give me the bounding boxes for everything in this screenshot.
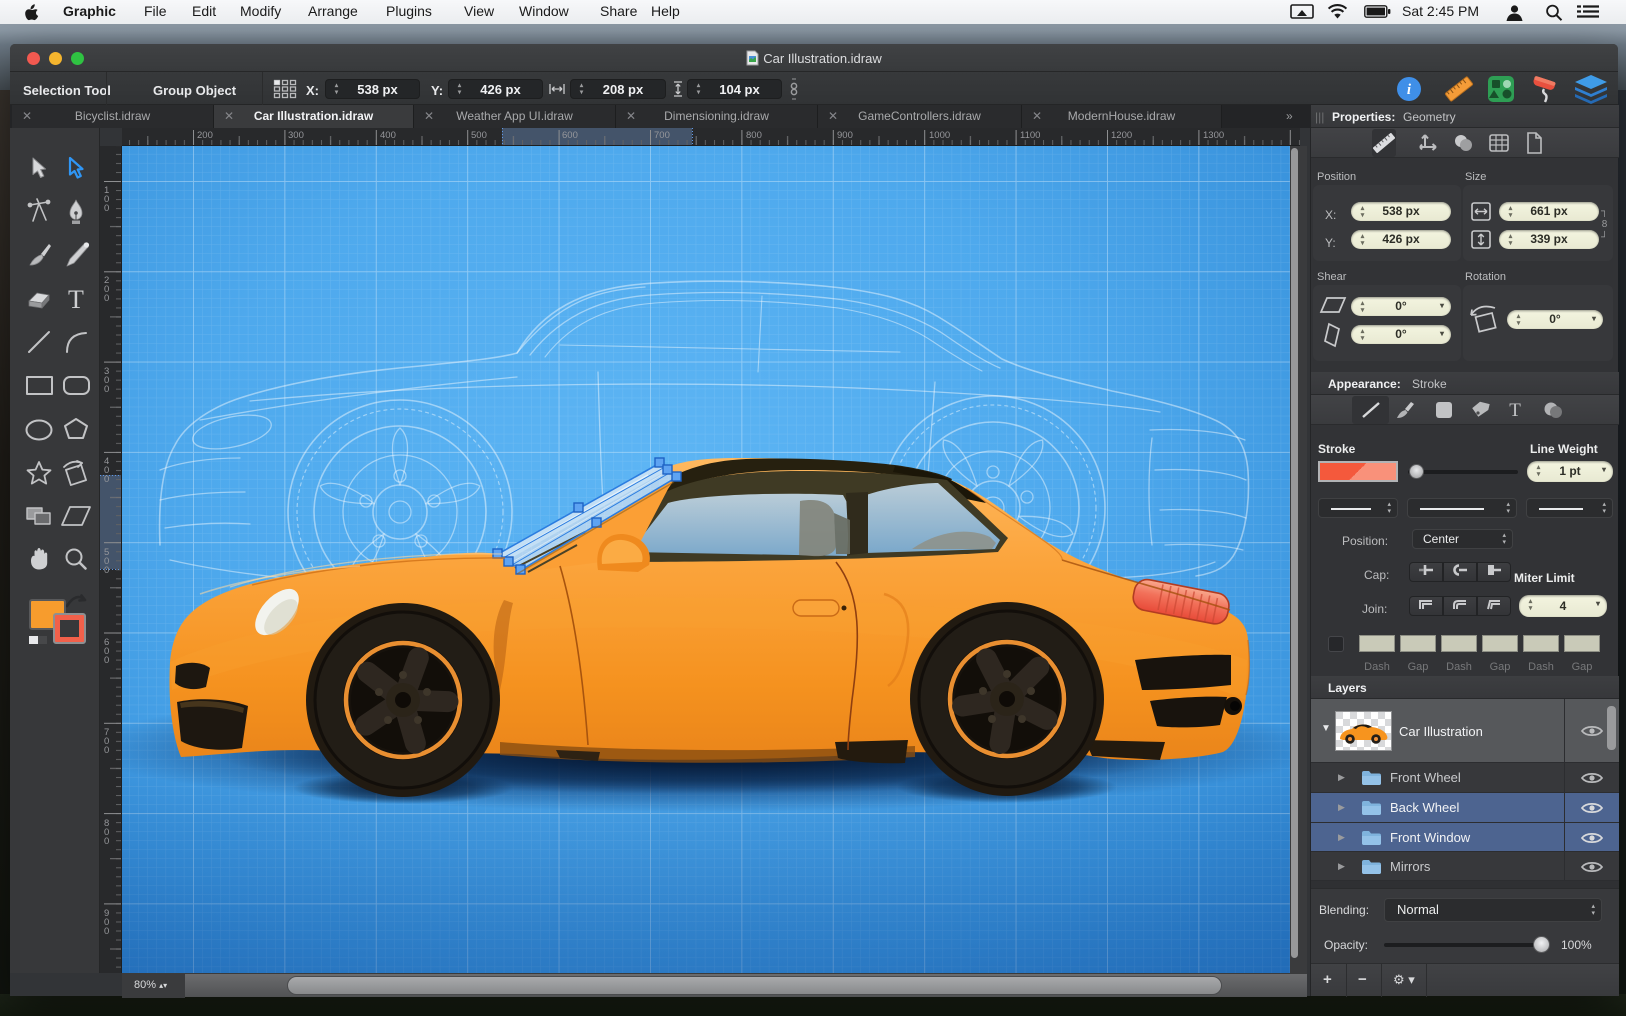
svg-text:0: 0	[104, 836, 109, 847]
svg-text:700: 700	[654, 130, 670, 141]
svg-text:1100: 1100	[1020, 130, 1040, 141]
svg-text:200: 200	[197, 130, 213, 141]
svg-text:900: 900	[837, 130, 853, 141]
svg-text:T: T	[68, 285, 84, 314]
svg-text:300: 300	[288, 130, 304, 141]
svg-text:500: 500	[471, 130, 487, 141]
svg-text:0: 0	[104, 384, 109, 395]
svg-text:0: 0	[104, 745, 109, 756]
svg-text:600: 600	[562, 130, 578, 141]
svg-text:0: 0	[104, 926, 109, 937]
svg-text:0: 0	[104, 655, 109, 666]
svg-text:1300: 1300	[1203, 130, 1224, 141]
svg-text:1200: 1200	[1111, 130, 1132, 141]
svg-text:1000: 1000	[929, 130, 950, 141]
svg-text:0: 0	[104, 203, 109, 214]
svg-text:400: 400	[380, 130, 396, 141]
svg-text:0: 0	[104, 474, 109, 485]
svg-text:800: 800	[746, 130, 762, 141]
svg-text:0: 0	[104, 293, 109, 304]
svg-text:0: 0	[104, 565, 109, 576]
svg-text:T: T	[1509, 400, 1521, 421]
